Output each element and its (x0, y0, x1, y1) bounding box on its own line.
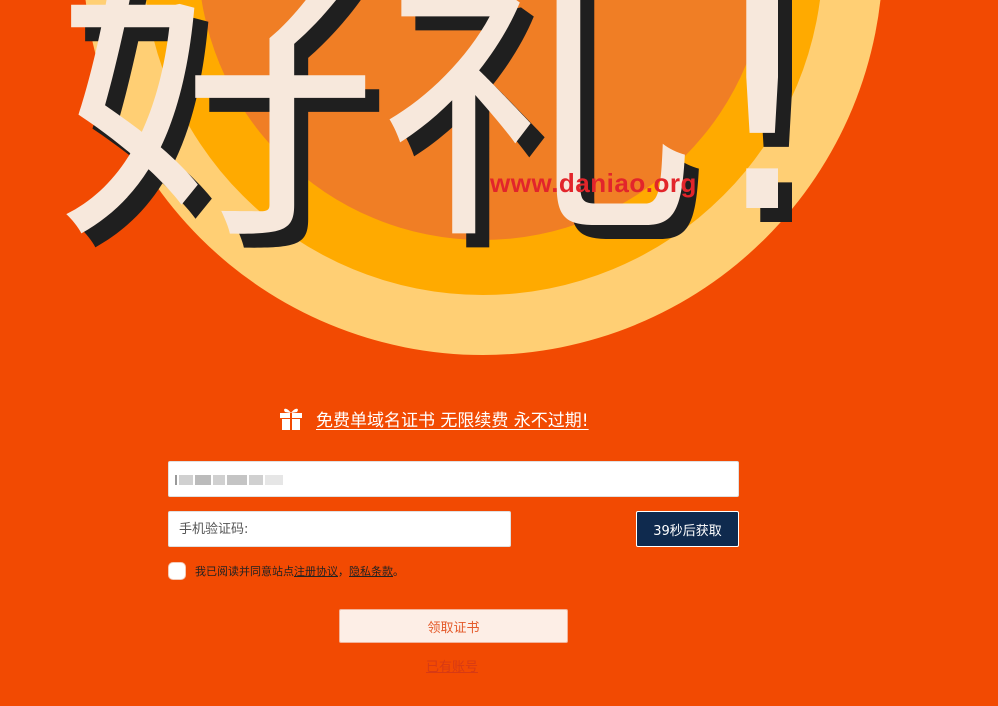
phone-input[interactable] (168, 461, 739, 497)
masked-phone-number (175, 473, 285, 487)
agreement-prefix: 我已阅读并同意站点 (195, 565, 294, 578)
svg-text:好礼!: 好礼! (58, 0, 826, 284)
existing-account-link[interactable]: 已有账号 (426, 656, 478, 675)
claim-certificate-button[interactable]: 领取证书 (339, 609, 568, 643)
sms-code-field[interactable] (168, 511, 511, 547)
agreement-suffix: 。 (393, 565, 404, 578)
agreement-row: 我已阅读并同意站点注册协议，隐私条款。 (168, 561, 404, 581)
watermark-text: www.daniao.org (490, 168, 697, 198)
promo-text: 免费单域名证书 无限续费 永不过期! (316, 410, 589, 431)
agreement-separator: ， (338, 565, 349, 578)
get-sms-code-button[interactable]: 39秒后获取 (636, 511, 739, 547)
agreement-text: 我已阅读并同意站点注册协议，隐私条款。 (195, 563, 404, 579)
privacy-link[interactable]: 隐私条款 (349, 565, 393, 578)
terms-link[interactable]: 注册协议 (294, 565, 338, 578)
agree-checkbox[interactable] (168, 562, 186, 580)
hero-headline: 好礼! 好礼! (58, 0, 840, 298)
promo-banner: 免费单域名证书 无限续费 永不过期! (278, 404, 589, 432)
gift-icon (280, 408, 302, 430)
sms-code-input[interactable] (169, 512, 510, 546)
